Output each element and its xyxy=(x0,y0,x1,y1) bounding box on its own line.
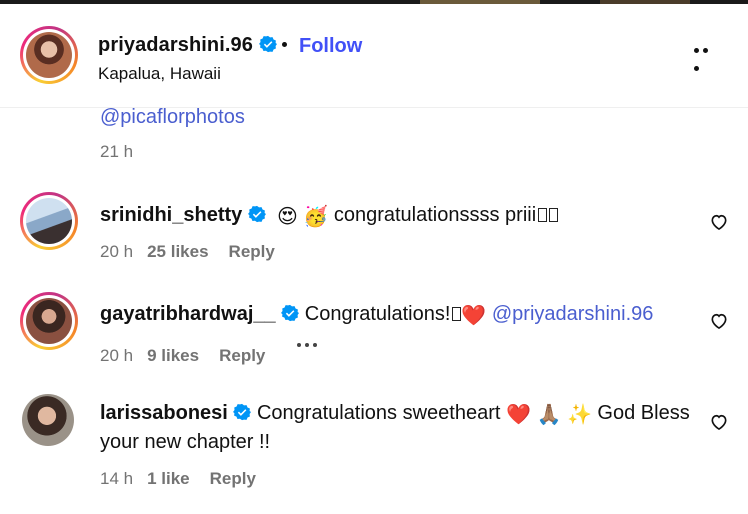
comment-body: srinidhi_shetty 😍 🥳 congratulationssss p… xyxy=(100,201,690,230)
sparkles-emoji: ✨ xyxy=(566,404,592,426)
comment-more-icon[interactable] xyxy=(297,343,321,363)
unknown-glyph-icon xyxy=(549,208,559,222)
more-options-icon[interactable] xyxy=(694,48,720,71)
folded-hands-emoji: 🙏🏽 xyxy=(536,404,562,426)
separator-dot xyxy=(282,42,287,47)
unknown-glyph-icon xyxy=(538,208,548,222)
heart-eyes-emoji: 😍 xyxy=(276,206,298,228)
comment-meta: 20 h 9 likes Reply xyxy=(100,343,321,366)
like-heart-icon[interactable] xyxy=(709,412,729,432)
commenter-username[interactable]: srinidhi_shetty xyxy=(100,204,242,226)
reply-button[interactable]: Reply xyxy=(210,469,256,488)
previous-comment-time[interactable]: 21 h xyxy=(100,142,133,162)
comment-meta: 14 h 1 like Reply xyxy=(100,469,256,489)
comment-time[interactable]: 20 h xyxy=(100,242,133,261)
comment-time[interactable]: 14 h xyxy=(100,469,133,488)
previous-comment-mention[interactable]: @picaflorphotos xyxy=(100,106,245,129)
comment-text: Congratulations sweetheart xyxy=(256,402,501,424)
comment-time[interactable]: 20 h xyxy=(100,346,133,365)
comment-likes[interactable]: 1 like xyxy=(147,469,190,488)
reply-button[interactable]: Reply xyxy=(219,346,265,365)
verified-badge-icon xyxy=(247,205,266,223)
comment-likes[interactable]: 9 likes xyxy=(147,346,199,365)
comment-mention[interactable]: @priyadarshini.96 xyxy=(492,303,654,325)
red-heart-emoji: ❤️ xyxy=(506,404,531,426)
comment-body: larissabonesi Congratulations sweetheart… xyxy=(100,399,690,457)
like-heart-icon[interactable] xyxy=(709,311,729,331)
commenter-avatar[interactable] xyxy=(20,292,78,350)
comment-text: Congratulations! xyxy=(304,303,451,325)
comment-text: congratulationssss priii xyxy=(333,204,537,226)
reply-button[interactable]: Reply xyxy=(229,242,275,261)
commenter-username[interactable]: gayatribhardwaj__ xyxy=(100,303,276,325)
red-heart-emoji: ❤️ xyxy=(461,305,487,327)
unknown-glyph-icon xyxy=(452,307,462,321)
post-location[interactable]: Kapalua, Hawaii xyxy=(98,64,221,84)
follow-button[interactable]: Follow xyxy=(299,35,362,58)
comment-likes[interactable]: 25 likes xyxy=(147,242,208,261)
author-username-text[interactable]: priyadarshini.96 xyxy=(98,34,253,56)
author-username[interactable]: priyadarshini.96 xyxy=(98,34,277,57)
author-avatar[interactable] xyxy=(20,26,78,84)
commenter-avatar[interactable] xyxy=(20,192,78,250)
commenter-avatar[interactable] xyxy=(22,394,74,446)
verified-badge-icon xyxy=(281,304,300,322)
like-heart-icon[interactable] xyxy=(709,212,729,232)
commenter-username[interactable]: larissabonesi xyxy=(100,402,228,424)
verified-badge-icon xyxy=(233,403,252,421)
verified-badge-icon xyxy=(258,35,277,53)
comment-body: gayatribhardwaj__ Congratulations! ❤️ @pr… xyxy=(100,300,690,329)
post-header: priyadarshini.96 Follow Kapalua, Hawaii xyxy=(0,4,748,108)
party-face-emoji: 🥳 xyxy=(303,206,329,228)
comment-meta: 20 h 25 likes Reply xyxy=(100,242,275,262)
